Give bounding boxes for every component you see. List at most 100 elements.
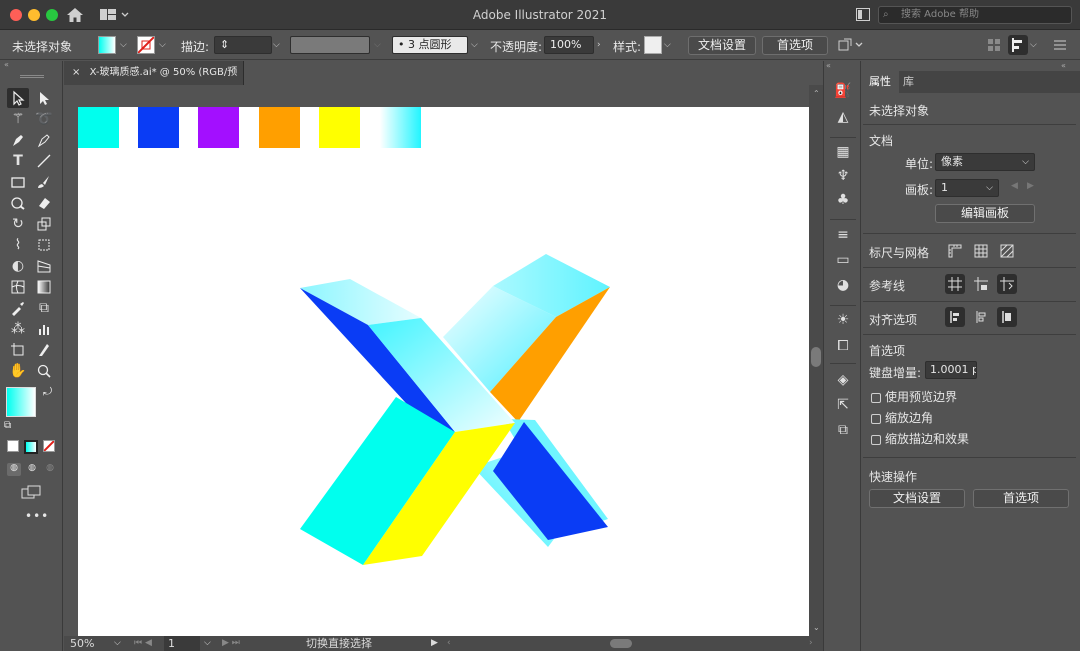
shape-builder-tool-icon[interactable]: ◐ xyxy=(7,256,29,276)
free-transform-tool-icon[interactable] xyxy=(33,235,55,255)
chevron-down-icon[interactable]: ⌵ xyxy=(273,40,280,50)
tab-libraries[interactable]: 库 xyxy=(895,71,922,93)
checkbox-box[interactable] xyxy=(871,413,881,424)
expand-panels-icon[interactable]: « xyxy=(826,61,831,70)
brush-library-icon[interactable]: ♆ xyxy=(834,167,852,185)
document-setup-button[interactable]: 文档设置 xyxy=(688,36,756,55)
stroke-panel-icon[interactable]: ≡ xyxy=(834,226,852,244)
chevron-down-icon[interactable]: ⌵ xyxy=(114,636,121,651)
zoom-level[interactable]: 50% xyxy=(70,636,94,651)
symbol-sprayer-tool-icon[interactable]: ⁂ xyxy=(7,319,29,339)
draw-normal-icon[interactable]: ◍ xyxy=(7,463,21,476)
draw-inside-icon[interactable]: ◍ xyxy=(43,463,57,476)
ruler-icon[interactable] xyxy=(945,241,965,261)
color-mode-icon[interactable] xyxy=(7,440,19,452)
type-tool-icon[interactable]: T xyxy=(7,151,29,171)
checkbox-scale-corners[interactable]: 缩放边角 xyxy=(871,409,933,426)
zoom-tool-icon[interactable] xyxy=(33,361,55,381)
checkbox-scale-strokes[interactable]: 缩放描边和效果 xyxy=(871,430,969,447)
tab-properties[interactable]: 属性 xyxy=(861,71,899,93)
rotate-tool-icon[interactable]: ↻ xyxy=(7,214,29,234)
next-artboard-icon[interactable]: ▶ xyxy=(1027,181,1034,191)
width-tool-icon[interactable]: ⌇ xyxy=(7,235,29,255)
status-menu-icon[interactable]: ▶ xyxy=(431,636,438,651)
none-mode-icon[interactable] xyxy=(43,440,55,452)
fill-swatch[interactable] xyxy=(98,36,116,54)
chevron-down-icon[interactable]: ⌵ xyxy=(374,40,381,50)
rectangle-tool-icon[interactable] xyxy=(7,172,29,192)
edit-toolbar-icon[interactable]: ••• xyxy=(25,509,49,523)
opacity-input[interactable]: 100% xyxy=(544,36,594,54)
preferences-button[interactable]: 首选项 xyxy=(762,36,828,55)
transform-icon[interactable] xyxy=(838,38,864,52)
scale-tool-icon[interactable] xyxy=(33,214,55,234)
scroll-left-icon[interactable]: ‹ xyxy=(447,636,451,651)
chevron-down-icon[interactable]: ⌵ xyxy=(204,636,211,651)
document-tab[interactable]: × X-玻璃质感.ai* @ 50% (RGB/预览) xyxy=(64,61,244,102)
scroll-down-icon[interactable]: ⌄ xyxy=(813,623,820,632)
paintbrush-tool-icon[interactable] xyxy=(33,172,55,192)
scroll-right-icon[interactable]: › xyxy=(809,636,813,651)
hand-tool-icon[interactable]: ✋ xyxy=(7,361,29,381)
selection-tool-icon[interactable] xyxy=(7,88,29,108)
glass-x-artwork[interactable] xyxy=(78,107,809,636)
layers-panel-icon[interactable]: ◈ xyxy=(834,371,852,389)
lasso-tool-icon[interactable]: ➰ xyxy=(33,109,55,129)
gradient-panel-icon[interactable]: ▭ xyxy=(834,251,852,269)
snap-to-point-icon[interactable] xyxy=(945,307,965,327)
graphic-styles-panel-icon[interactable]: ⧠ xyxy=(834,337,852,355)
checkbox-box[interactable] xyxy=(871,434,881,445)
horizontal-scroll-thumb[interactable] xyxy=(610,639,632,648)
artboards-panel-icon[interactable]: ⧉ xyxy=(834,421,852,439)
artboard-select[interactable]: 1 ⌵ xyxy=(935,179,999,197)
pen-tool-icon[interactable] xyxy=(7,130,29,150)
chevron-down-icon[interactable]: ⌵ xyxy=(159,40,166,50)
column-graph-tool-icon[interactable] xyxy=(33,319,55,339)
stroke-swatch[interactable] xyxy=(137,36,155,54)
panel-menu-icon[interactable] xyxy=(1054,39,1066,51)
grid-icon[interactable] xyxy=(971,241,991,261)
appearance-panel-icon[interactable]: ☀ xyxy=(834,311,852,329)
gradient-mode-icon[interactable] xyxy=(24,440,38,454)
eyedropper-tool-icon[interactable] xyxy=(7,298,29,318)
shaper-tool-icon[interactable] xyxy=(7,193,29,213)
variable-width-profile[interactable] xyxy=(290,36,370,54)
screen-mode-icon[interactable] xyxy=(21,485,43,499)
chevron-down-icon[interactable]: ⌵ xyxy=(120,40,127,50)
quick-document-setup-button[interactable]: 文档设置 xyxy=(869,489,965,508)
asset-export-panel-icon[interactable]: ⇱ xyxy=(834,396,852,414)
chevron-down-icon[interactable]: ⌵ xyxy=(664,40,671,50)
artboard-tool-icon[interactable] xyxy=(7,340,29,360)
slice-tool-icon[interactable] xyxy=(33,340,55,360)
edit-artboards-button[interactable]: 编辑画板 xyxy=(935,204,1035,223)
shape-panel-icon[interactable]: ◭ xyxy=(834,108,852,126)
next-artboard-icon[interactable]: ▶ ⏭ xyxy=(222,636,240,651)
stroke-weight-field[interactable]: ⇕ xyxy=(214,36,272,54)
graphic-style-swatch[interactable] xyxy=(644,36,662,54)
draw-behind-icon[interactable]: ◍ xyxy=(25,463,39,476)
checkbox-use-preview-bounds[interactable]: 使用预览边界 xyxy=(871,388,957,405)
perspective-grid-tool-icon[interactable] xyxy=(33,256,55,276)
keyboard-increment-input[interactable]: 1.0001 p xyxy=(925,361,977,379)
first-artboard-icon[interactable]: ⏮ ◀ xyxy=(134,636,152,651)
checkbox-box[interactable] xyxy=(871,392,881,403)
curvature-tool-icon[interactable] xyxy=(33,130,55,150)
vertical-scrollbar[interactable]: ⌃ ⌄ xyxy=(809,85,823,636)
magic-wand-tool-icon[interactable]: ⚚ xyxy=(7,109,29,129)
brush-definition-field[interactable]: • 3 点圆形 xyxy=(392,36,468,54)
smart-guides-icon[interactable] xyxy=(997,274,1017,294)
line-segment-tool-icon[interactable] xyxy=(33,151,55,171)
collapse-properties-icon[interactable]: « xyxy=(1061,61,1066,70)
chevron-down-icon[interactable]: ⌵ xyxy=(471,40,478,50)
gradient-tool-icon[interactable] xyxy=(33,277,55,297)
snap-to-pixel-icon[interactable] xyxy=(971,307,991,327)
chevron-down-icon[interactable]: ⌵ xyxy=(1030,40,1037,50)
artboard-number-field[interactable]: 1 xyxy=(164,636,200,651)
units-select[interactable]: 像素 ⌵ xyxy=(935,153,1035,171)
snap-to-glyph-icon[interactable] xyxy=(997,307,1017,327)
brushes-panel-icon[interactable]: ⛽ xyxy=(834,82,852,100)
swatches-panel-icon[interactable]: ▦ xyxy=(834,143,852,161)
align-icon[interactable] xyxy=(1008,35,1028,55)
arrange-documents-icon[interactable] xyxy=(856,8,870,21)
help-search-input[interactable]: ⌕ 搜索 Adobe 帮助 xyxy=(878,6,1072,24)
